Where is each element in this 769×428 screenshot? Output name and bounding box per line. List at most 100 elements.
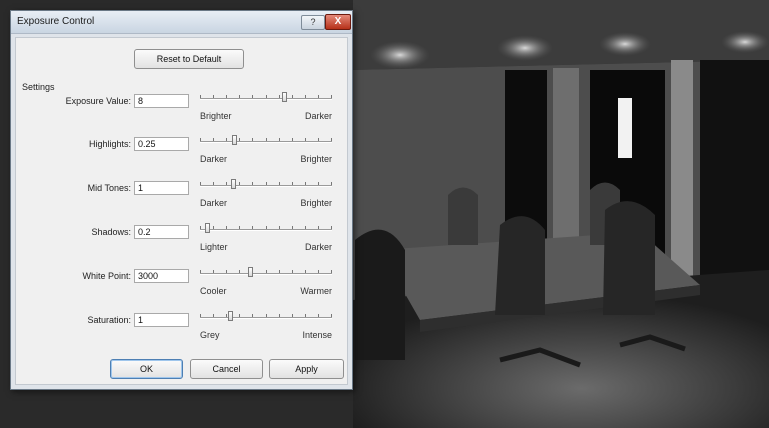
slider-thumb[interactable] [248,267,253,277]
slider-tick [226,138,227,141]
slider-tick [292,226,293,229]
apply-button[interactable]: Apply [269,359,344,379]
slider-tick [279,314,280,317]
slider-tick [252,314,253,317]
saturation-max-label: Intense [302,330,332,340]
ceiling-lamp [497,35,553,61]
window [700,60,769,290]
highlights-min-label: Darker [200,154,228,164]
chair [495,216,545,315]
slider-tick [266,226,267,229]
exposure-value-field[interactable]: 8 [134,94,189,108]
slider-tick [239,314,240,317]
ceiling-lamp [370,41,430,69]
slider-thumb[interactable] [232,135,237,145]
slider-thumb[interactable] [231,179,236,189]
slider-tick [305,95,306,98]
slider-tick [239,95,240,98]
exposure-control-dialog: Exposure Control ? X Reset to Default Se… [10,10,353,390]
slider-tick [200,138,201,141]
slider-tick [252,138,253,141]
slider-tick [266,95,267,98]
slider-tick [239,182,240,185]
dialog-titlebar[interactable]: Exposure Control ? X [11,11,352,34]
mid-tones-slider[interactable] [200,179,332,189]
highlights-max-label: Brighter [300,154,332,164]
slider-tick [318,226,319,229]
saturation-slider[interactable] [200,311,332,321]
highlights-slider[interactable] [200,135,332,145]
white-point-slider[interactable] [200,267,332,277]
exposure-value-label: Exposure Value: [65,96,131,106]
ok-button[interactable]: OK [110,359,183,379]
slider-tick [331,95,332,98]
slider-tick [200,182,201,185]
slider-tick [213,226,214,229]
reset-to-default-button[interactable]: Reset to Default [134,49,244,69]
slider-tick [226,314,227,317]
help-icon[interactable]: ? [301,15,325,30]
slider-tick [292,138,293,141]
shadows-field[interactable]: 0.2 [134,225,189,239]
slider-tick [252,226,253,229]
shadows-slider[interactable] [200,223,332,233]
slider-tick [200,270,201,273]
slider-tick [239,270,240,273]
settings-group-label: Settings [22,82,55,92]
slider-tick [331,270,332,273]
dialog-title: Exposure Control [17,16,95,27]
slider-tick [239,226,240,229]
white-point-label: White Point: [82,271,131,281]
highlights-field[interactable]: 0.25 [134,137,189,151]
slider-tick [279,226,280,229]
slider-tick [200,314,201,317]
ceiling-lamp [721,31,769,53]
slider-tick [305,314,306,317]
slider-tick [200,226,201,229]
slider-thumb[interactable] [228,311,233,321]
white-point-max-label: Warmer [300,286,332,296]
slider-tick [331,138,332,141]
slider-thumb[interactable] [282,92,287,102]
exposure-value-slider[interactable] [200,92,332,102]
slider-tick [213,138,214,141]
ceiling-lamp [599,32,651,56]
slider-thumb[interactable] [205,223,210,233]
shadows-min-label: Lighter [200,242,228,252]
saturation-field[interactable]: 1 [134,313,189,327]
mid-tones-field[interactable]: 1 [134,181,189,195]
slider-tick [292,95,293,98]
slider-tick [266,270,267,273]
slider-tick [305,226,306,229]
slider-tick [292,270,293,273]
slider-tick [213,95,214,98]
slider-tick [331,314,332,317]
slider-tick [318,138,319,141]
slider-tick [266,182,267,185]
slider-tick [305,270,306,273]
slider-tick [318,182,319,185]
highlights-label: Highlights: [88,139,131,149]
slider-tick [292,314,293,317]
mid-tones-max-label: Brighter [300,198,332,208]
cancel-button[interactable]: Cancel [190,359,263,379]
slider-tick [279,270,280,273]
exposure-value-min-label: Brighter [200,111,232,121]
slider-tick [226,270,227,273]
mid-tones-label: Mid Tones: [87,183,131,193]
slider-tick [331,182,332,185]
saturation-label: Saturation: [87,315,131,325]
slider-tick [318,95,319,98]
slider-tick [279,95,280,98]
dialog-client-area: Reset to Default Settings Exposure Value… [15,37,348,385]
slider-tick [305,138,306,141]
chair [448,187,478,245]
exposure-value-max-label: Darker [304,111,332,121]
slider-tick [266,138,267,141]
slider-tick [279,138,280,141]
white-point-field[interactable]: 3000 [134,269,189,283]
window-light [618,98,632,158]
saturation-min-label: Grey [200,330,220,340]
slider-tick [305,182,306,185]
close-button[interactable]: X [325,14,351,30]
